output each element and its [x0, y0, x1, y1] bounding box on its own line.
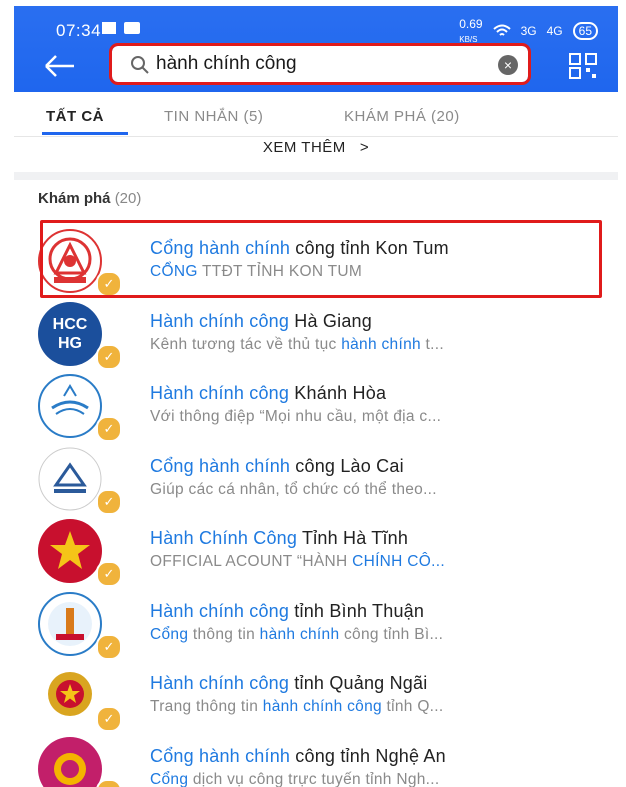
list-item[interactable]: ✓ Hành chính công Khánh Hòa Với thông điệp…: [14, 365, 618, 442]
list-item[interactable]: ✓ Hành chính công tỉnh Quảng Ngãi Trang th…: [14, 655, 618, 732]
list-item[interactable]: ✓ Cổng hành chính công tỉnh Nghệ An Cổng d…: [14, 728, 618, 787]
battery-indicator: 65: [572, 22, 598, 40]
lao-cai-logo-icon: ✓: [38, 447, 122, 515]
search-tabs: TẤT CẢ TIN NHẮN (5) KHÁM PHÁ (20): [14, 92, 618, 137]
annotation-box: [40, 220, 602, 298]
tab-explore[interactable]: KHÁM PHÁ (20): [344, 108, 460, 125]
back-button[interactable]: [40, 48, 80, 84]
app-screen: 07:34 0.69KB/S 3G 4G 65 × TẤT CẢ TIN N: [14, 6, 618, 787]
section-title: Khám phá (20): [38, 190, 142, 207]
tab-messages[interactable]: TIN NHẮN (5): [164, 108, 263, 125]
result-description: Trang thông tin hành chính công tỉnh Q..…: [150, 698, 444, 715]
section-divider: [14, 172, 618, 180]
list-item[interactable]: ✓ Cổng hành chính công Lào Cai Giúp các cá…: [14, 438, 618, 515]
search-box[interactable]: ×: [109, 43, 531, 85]
status-time: 07:34: [56, 21, 102, 40]
khanh-hoa-logo-icon: ✓: [38, 374, 122, 442]
active-tab-indicator: [42, 132, 128, 135]
result-title: Hành chính công Hà Giang: [150, 310, 372, 331]
result-title: Hành Chính Công Tỉnh Hà Tĩnh: [150, 528, 409, 548]
list-item[interactable]: HCC HG ✓ Hành chính công Hà Giang Kênh tươn…: [14, 293, 618, 370]
result-description: Cổng thông tin hành chính công tỉnh Bì..…: [150, 625, 444, 643]
tab-all[interactable]: TẤT CẢ: [46, 108, 104, 125]
qr-code-icon: [569, 53, 597, 79]
result-description: Giúp các cá nhân, tổ chức có thể theo...: [150, 480, 437, 498]
wifi-icon: [492, 24, 511, 36]
nghe-an-logo-icon: ✓: [38, 736, 122, 787]
signal-3g: 3G: [520, 24, 537, 38]
result-title: Cổng hành chính công Lào Cai: [150, 455, 404, 476]
search-icon: [131, 56, 149, 74]
header-bar: 07:34 0.69KB/S 3G 4G 65 ×: [14, 6, 618, 92]
binh-thuan-logo-icon: ✓: [38, 591, 122, 660]
result-description: Kênh tương tác về thủ tục hành chính t..…: [150, 335, 444, 353]
see-more-label: XEM THÊM: [262, 139, 346, 156]
chevron-right-icon: >: [359, 139, 370, 156]
search-input[interactable]: [156, 49, 486, 79]
speed-readout: 0.69 KB/S: [459, 17, 483, 44]
result-title: Hành chính công tỉnh Bình Thuận: [150, 600, 425, 621]
back-arrow-icon: [45, 55, 74, 77]
notification-icons: [100, 20, 142, 40]
quang-ngai-emblem-icon: ✓: [38, 664, 122, 732]
result-title: Hành chính công Khánh Hòa: [150, 383, 387, 403]
status-bar: 07:34 0.69 KB/S 3G 4G 65: [14, 6, 618, 45]
result-title: Hành chính công tỉnh Quảng Ngãi: [150, 673, 428, 693]
status-right: 0.69 KB/S 3G 4G 65: [459, 17, 598, 45]
list-item[interactable]: ✓ Hành Chính Công Tỉnh Hà Tĩnh OFFICIAL AC…: [14, 510, 618, 587]
app-notification-icon: [102, 22, 140, 34]
result-title: Cổng hành chính công tỉnh Nghệ An: [150, 745, 446, 766]
qr-scan-button[interactable]: [568, 52, 598, 85]
logo-text: HCC HG: [52, 315, 88, 352]
result-description: Với thông điệp “Mọi nhu cầu, một địa c..…: [150, 408, 442, 425]
see-more-button[interactable]: XEM THÊM >: [14, 136, 618, 172]
clear-search-icon[interactable]: ×: [498, 55, 518, 75]
result-description: Cổng dịch vụ công trực tuyến tỉnh Ngh...: [150, 770, 440, 787]
signal-4g: 4G: [546, 24, 563, 38]
ha-tinh-logo-icon: ✓: [38, 519, 122, 587]
hcc-hg-logo-icon: HCC HG ✓: [38, 301, 122, 370]
result-description: OFFICIAL ACOUNT “HÀNH CHÍNH CÔ...: [150, 553, 445, 570]
list-item[interactable]: ✓ Hành chính công tỉnh Bình Thuận Cổng thô…: [14, 583, 618, 660]
